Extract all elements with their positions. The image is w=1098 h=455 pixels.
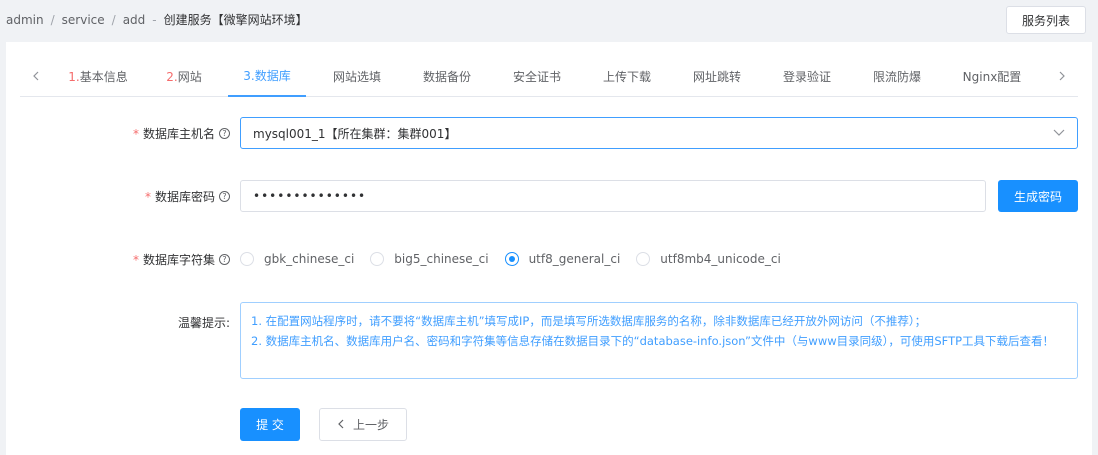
password-input[interactable]: ••••••••••••••: [240, 180, 986, 212]
tab-url-redirect[interactable]: 网址跳转: [682, 56, 752, 97]
previous-step-label: 上一步: [352, 418, 389, 432]
breadcrumb-item-service[interactable]: service: [62, 13, 105, 27]
host-select[interactable]: mysql001_1【所在集群：集群001】: [240, 117, 1078, 149]
page-title: 创建服务【微擎网站环境】: [163, 13, 308, 27]
radio-big5-chinese-ci[interactable]: big5_chinese_ci: [370, 252, 489, 266]
chevron-left-icon: [337, 418, 345, 432]
generate-password-button[interactable]: 生成密码: [998, 180, 1078, 212]
tab-login-auth[interactable]: 登录验证: [772, 56, 842, 97]
radio-gbk-chinese-ci[interactable]: gbk_chinese_ci: [240, 252, 354, 266]
chevron-down-icon[interactable]: [1053, 126, 1065, 138]
radio-circle[interactable]: [636, 252, 651, 266]
radio-circle[interactable]: [240, 252, 254, 266]
chevron-right-icon[interactable]: [1052, 56, 1072, 96]
host-label: * 数据库主机名?: [133, 125, 230, 142]
breadcrumb-item-admin[interactable]: admin: [6, 13, 44, 27]
breadcrumb-separator: /: [50, 13, 55, 27]
service-list-button[interactable]: 服务列表: [1006, 6, 1086, 34]
password-label: * 数据库密码?: [145, 188, 230, 205]
tab-upload-download[interactable]: 上传下载: [592, 56, 662, 97]
previous-step-button[interactable]: 上一步: [319, 408, 407, 441]
password-value: ••••••••••••••: [253, 189, 367, 203]
charset-radio-group: gbk_chinese_ci big5_chinese_ci utf8_gene…: [240, 250, 797, 268]
help-icon[interactable]: ?: [219, 191, 230, 202]
tip-line-1: 1. 在配置网站程序时，请不要将“数据库主机”填写成IP，而是填写所选数据库服务…: [251, 314, 927, 328]
help-icon[interactable]: ?: [219, 254, 230, 265]
radio-circle-checked[interactable]: [504, 252, 519, 266]
breadcrumb-dash: -: [152, 13, 157, 27]
required-mark: *: [132, 252, 139, 267]
step-tabs: 1. 基本信息 2. 网站 3. 数据库 网站选填 数据备份 安全证书 上传下载 网址…: [20, 56, 1078, 97]
breadcrumb: admin / service / add - 创建服务【微擎网站环境】: [6, 11, 308, 28]
radio-circle[interactable]: [370, 252, 385, 266]
host-select-value: mysql001_1【所在集群：集群001】: [253, 126, 457, 141]
radio-utf8-general-ci[interactable]: utf8_general_ci: [504, 252, 620, 266]
form-card: 1. 基本信息 2. 网站 3. 数据库 网站选填 数据备份 安全证书 上传下载 网址…: [6, 42, 1092, 455]
submit-button[interactable]: 提 交: [240, 408, 300, 441]
tab-ssl-certificate[interactable]: 安全证书: [502, 56, 572, 97]
tab-database[interactable]: 3. 数据库: [228, 56, 306, 97]
tab-rate-limit[interactable]: 限流防爆: [862, 56, 932, 97]
tip-box: 1. 在配置网站程序时，请不要将“数据库主机”填写成IP，而是填写所选数据库服务…: [240, 302, 1078, 379]
breadcrumb-separator: /: [111, 13, 116, 27]
help-icon[interactable]: ?: [219, 128, 230, 139]
tab-data-backup[interactable]: 数据备份: [412, 56, 482, 97]
tab-website-optional[interactable]: 网站选填: [322, 56, 392, 97]
tip-label: 温馨提示:: [177, 316, 230, 330]
charset-label: * 数据库字符集?: [133, 251, 230, 268]
required-mark: *: [132, 126, 139, 141]
tab-nginx-config[interactable]: Nginx配置: [952, 56, 1032, 97]
tip-line-2: 2. 数据库主机名、数据库用户名、密码和字符集等信息存储在数据目录下的“data…: [251, 334, 1055, 348]
chevron-left-icon[interactable]: [26, 56, 46, 96]
tab-basic-info[interactable]: 1. 基本信息: [58, 56, 138, 97]
radio-utf8mb4-unicode-ci[interactable]: utf8mb4_unicode_ci: [636, 252, 781, 266]
breadcrumb-item-add: add: [122, 13, 146, 27]
top-bar: admin / service / add - 创建服务【微擎网站环境】 服务列表: [0, 0, 1098, 42]
tab-website[interactable]: 2. 网站: [150, 56, 218, 97]
required-mark: *: [144, 189, 151, 204]
